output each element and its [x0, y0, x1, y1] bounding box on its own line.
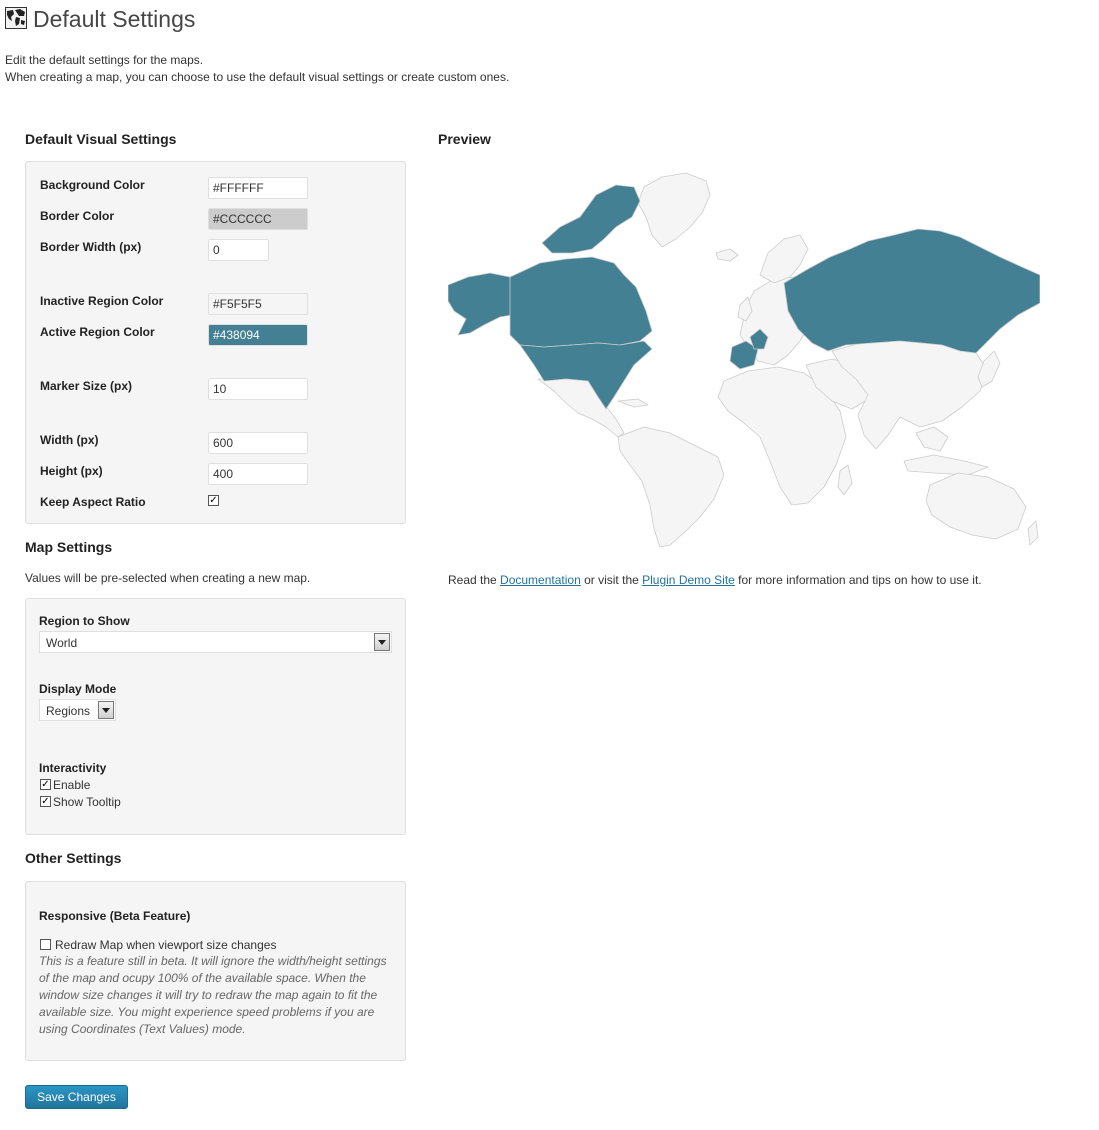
region-japan	[977, 350, 1001, 388]
region-australia	[925, 472, 1027, 540]
region-canada-islands	[541, 184, 641, 254]
intro-line-2: When creating a map, you can choose to u…	[5, 70, 510, 84]
marker-size-label: Marker Size (px)	[40, 379, 133, 393]
region-indonesia	[903, 454, 989, 476]
active-region-color-input[interactable]: #438094	[208, 324, 308, 346]
chevron-down-icon	[98, 701, 114, 719]
height-label: Height (px)	[40, 464, 103, 478]
interactivity-label: Interactivity	[39, 761, 107, 775]
beta-note: This is a feature still in beta. It will…	[39, 954, 387, 1036]
display-mode-value: Regions	[46, 704, 91, 718]
width-input[interactable]: 600	[208, 432, 308, 454]
redraw-map-label: Redraw Map when viewport size changes	[55, 938, 277, 952]
keep-aspect-ratio-label: Keep Aspect Ratio	[40, 495, 146, 509]
region-to-show-label: Region to Show	[39, 614, 130, 628]
region-select-value: World	[46, 636, 78, 650]
responsive-label: Responsive (Beta Feature)	[39, 909, 191, 923]
region-new-zealand	[1027, 520, 1039, 546]
border-color-input[interactable]: #CCCCCC	[208, 208, 308, 230]
map-settings-heading: Map Settings	[25, 539, 113, 555]
background-color-label: Background Color	[40, 178, 145, 192]
show-tooltip-checkbox[interactable]: ✓	[40, 796, 51, 807]
documentation-link[interactable]: Documentation	[500, 573, 581, 587]
keep-aspect-ratio-checkbox[interactable]: ✓	[208, 495, 219, 506]
inactive-region-color-input[interactable]: #F5F5F5	[208, 293, 308, 315]
region-canada	[509, 256, 653, 348]
preview-heading: Preview	[438, 131, 491, 147]
enable-checkbox[interactable]: ✓	[40, 779, 51, 790]
plugin-demo-site-link[interactable]: Plugin Demo Site	[642, 573, 735, 587]
region-southeast-asia	[915, 426, 949, 452]
region-alaska	[448, 272, 513, 336]
inactive-region-color-label: Inactive Region Color	[40, 294, 164, 308]
other-settings-panel: Responsive (Beta Feature) Redraw Map whe…	[25, 881, 406, 1061]
background-color-input[interactable]: #FFFFFF	[208, 177, 308, 199]
enable-label: Enable	[53, 778, 91, 792]
region-iceland	[715, 248, 739, 262]
other-settings-heading: Other Settings	[25, 850, 122, 866]
page-title: Default Settings	[33, 6, 196, 32]
intro-line-1: Edit the default settings for the maps.	[5, 53, 204, 67]
height-input[interactable]: 400	[208, 463, 308, 485]
info-middle: or visit the	[580, 573, 643, 587]
region-russia	[783, 228, 1040, 354]
region-greenland	[637, 172, 711, 248]
region-south-america	[617, 426, 725, 548]
display-mode-label: Display Mode	[39, 682, 117, 696]
visual-settings-heading: Default Visual Settings	[25, 131, 177, 147]
world-map-icon	[5, 7, 27, 29]
show-tooltip-label: Show Tooltip	[53, 795, 121, 809]
chevron-down-icon	[374, 633, 390, 651]
region-select[interactable]: World	[39, 631, 392, 653]
map-settings-panel: Region to Show World Display Mode Region…	[25, 598, 406, 835]
preview-info-text: Read the Documentation or visit the Plug…	[448, 573, 982, 587]
map-settings-description: Values will be pre-selected when creatin…	[25, 571, 311, 585]
border-width-input[interactable]: 0	[208, 239, 269, 261]
border-color-label: Border Color	[40, 209, 115, 223]
width-label: Width (px)	[40, 433, 99, 447]
region-madagascar	[837, 464, 853, 496]
world-map-preview	[448, 172, 1040, 548]
info-prefix: Read the	[448, 573, 501, 587]
save-changes-button[interactable]: Save Changes	[25, 1085, 128, 1109]
border-width-label: Border Width (px)	[40, 240, 142, 254]
display-mode-select[interactable]: Regions	[39, 699, 116, 721]
active-region-color-label: Active Region Color	[40, 325, 155, 339]
marker-size-input[interactable]: 10	[208, 378, 308, 400]
region-caribbean	[617, 398, 649, 408]
redraw-map-checkbox[interactable]	[40, 939, 51, 950]
info-suffix: for more information and tips on how to …	[734, 573, 982, 587]
visual-settings-panel: Background Color #FFFFFF Border Color #C…	[25, 161, 406, 524]
